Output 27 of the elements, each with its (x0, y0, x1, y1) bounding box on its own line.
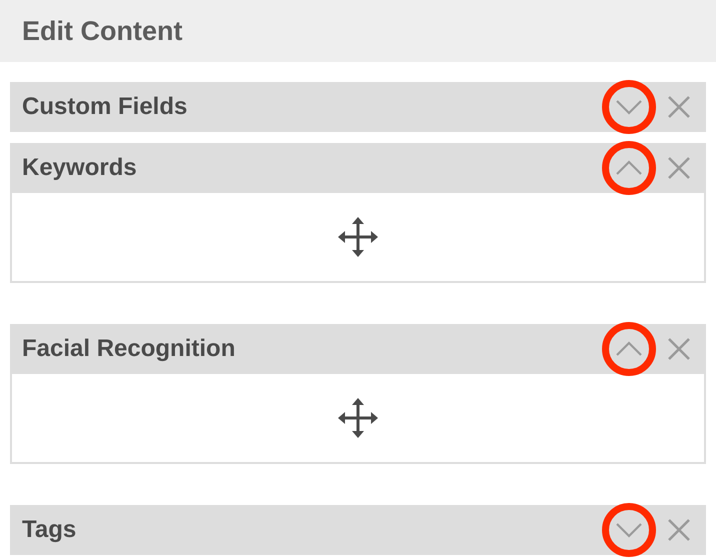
close-icon (667, 518, 691, 542)
panel-title: Tags (22, 515, 78, 545)
panel-header[interactable]: Custom Fields (10, 82, 706, 132)
move-icon[interactable] (338, 398, 378, 438)
move-icon[interactable] (338, 217, 378, 257)
close-button[interactable] (666, 155, 692, 181)
panel-header[interactable]: Facial Recognition (10, 324, 706, 374)
collapse-button[interactable] (602, 322, 656, 376)
close-icon (667, 337, 691, 361)
panel-header[interactable]: Keywords (10, 143, 706, 193)
close-button[interactable] (666, 94, 692, 120)
close-button[interactable] (666, 517, 692, 543)
panel-title: Custom Fields (22, 92, 188, 122)
chevron-down-icon (615, 99, 643, 115)
chevron-up-icon (615, 160, 643, 176)
close-icon (667, 95, 691, 119)
page-title: Edit Content (22, 14, 182, 48)
collapse-button[interactable] (602, 141, 656, 195)
panel-header[interactable]: Tags (10, 505, 706, 555)
close-button[interactable] (666, 336, 692, 362)
close-icon (667, 156, 691, 180)
expand-button[interactable] (602, 503, 656, 557)
panel-title: Facial Recognition (22, 334, 236, 364)
expand-button[interactable] (602, 80, 656, 134)
chevron-down-icon (615, 522, 643, 538)
panel-title: Keywords (22, 153, 138, 183)
chevron-up-icon (615, 341, 643, 357)
